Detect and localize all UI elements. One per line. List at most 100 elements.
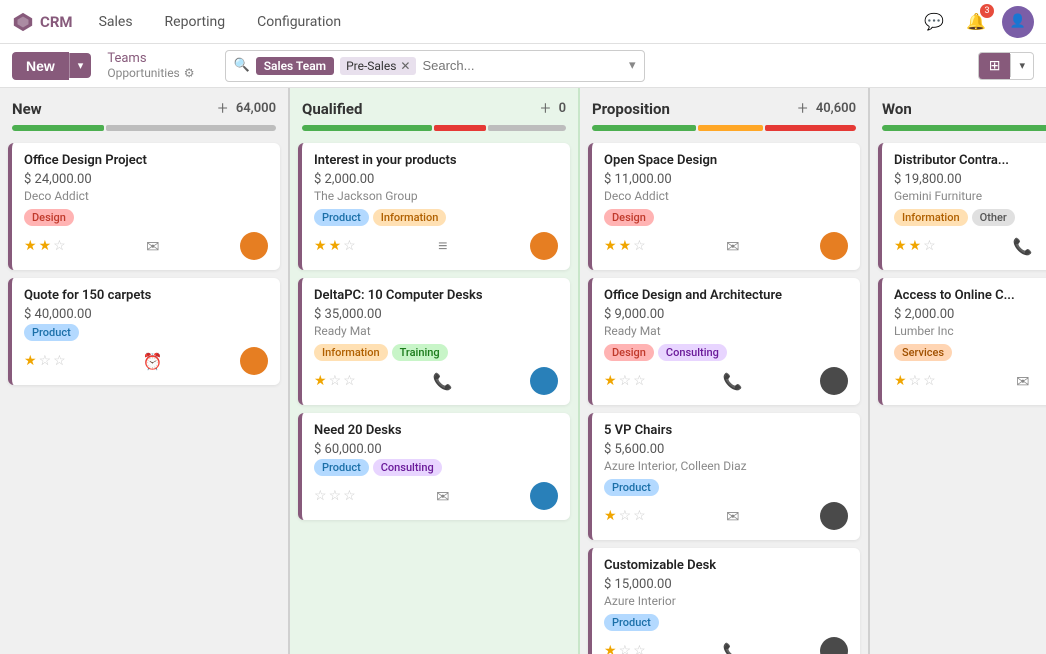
star-empty-icon[interactable]: ☆ [343, 238, 356, 254]
card-tag[interactable]: Information [894, 209, 968, 226]
star-filled-icon[interactable]: ★ [24, 353, 37, 369]
star-empty-icon[interactable]: ☆ [39, 353, 52, 369]
star-empty-icon[interactable]: ☆ [633, 238, 646, 254]
card-tag[interactable]: Information [314, 344, 388, 361]
star-empty-icon[interactable]: ☆ [314, 488, 327, 504]
card-company: Lumber Inc [894, 324, 1046, 338]
card-stars[interactable]: ★★☆ [314, 238, 356, 254]
card[interactable]: Quote for 150 carpets$ 40,000.00Product★… [8, 278, 280, 385]
card-stars[interactable]: ★☆☆ [24, 353, 66, 369]
card-stars[interactable]: ☆☆☆ [314, 488, 356, 504]
star-filled-icon[interactable]: ★ [604, 643, 617, 654]
search-bar[interactable]: 🔍 Sales Team Pre-Sales ✕ ▾ [225, 50, 645, 82]
breadcrumb-opportunities[interactable]: Opportunities [107, 66, 179, 80]
filter-sales-team[interactable]: Sales Team [256, 57, 334, 75]
card-tag[interactable]: Product [314, 459, 369, 476]
star-filled-icon[interactable]: ★ [894, 238, 907, 254]
card-amount: $ 9,000.00 [604, 307, 848, 322]
card[interactable]: Office Design Project$ 24,000.00Deco Add… [8, 143, 280, 270]
new-button-dropdown[interactable]: ▾ [69, 53, 92, 78]
card[interactable]: Distributor Contra...$ 19,800.00Gemini F… [878, 143, 1046, 270]
card[interactable]: DeltaPC: 10 Computer Desks$ 35,000.00Rea… [298, 278, 570, 405]
card-tag[interactable]: Design [24, 209, 74, 226]
card[interactable]: Open Space Design$ 11,000.00Deco AddictD… [588, 143, 860, 270]
card-tag[interactable]: Design [604, 344, 654, 361]
star-empty-icon[interactable]: ☆ [329, 488, 342, 504]
star-filled-icon[interactable]: ★ [894, 373, 907, 389]
card-stars[interactable]: ★☆☆ [604, 508, 646, 524]
card-stars[interactable]: ★★☆ [894, 238, 936, 254]
star-filled-icon[interactable]: ★ [604, 508, 617, 524]
star-filled-icon[interactable]: ★ [314, 238, 327, 254]
card-tag[interactable]: Training [392, 344, 448, 361]
card-tag[interactable]: Consulting [658, 344, 727, 361]
progress-segment [12, 125, 104, 131]
star-empty-icon[interactable]: ☆ [619, 643, 632, 654]
card-tag[interactable]: Consulting [373, 459, 442, 476]
star-empty-icon[interactable]: ☆ [329, 373, 342, 389]
column-add-new[interactable]: + [218, 98, 228, 119]
breadcrumb-teams[interactable]: Teams [107, 51, 194, 66]
star-filled-icon[interactable]: ★ [24, 238, 37, 254]
filter-chip-remove[interactable]: ✕ [400, 59, 410, 73]
card-tag[interactable]: Design [604, 209, 654, 226]
card[interactable]: Need 20 Desks$ 60,000.00ProductConsultin… [298, 413, 570, 520]
column-add-proposition[interactable]: + [798, 98, 808, 119]
nav-reporting[interactable]: Reporting [159, 10, 232, 34]
search-input[interactable] [422, 58, 619, 73]
star-empty-icon[interactable]: ☆ [923, 373, 936, 389]
card-tag[interactable]: Product [604, 479, 659, 496]
card-tag[interactable]: Product [314, 209, 369, 226]
star-empty-icon[interactable]: ☆ [633, 643, 646, 654]
star-empty-icon[interactable]: ☆ [53, 353, 66, 369]
star-filled-icon[interactable]: ★ [314, 373, 327, 389]
star-empty-icon[interactable]: ☆ [923, 238, 936, 254]
card-stars[interactable]: ★☆☆ [314, 373, 356, 389]
star-empty-icon[interactable]: ☆ [53, 238, 66, 254]
card-tag[interactable]: Product [24, 324, 79, 341]
view-toggle-dropdown[interactable]: ▾ [1010, 54, 1033, 77]
star-filled-icon[interactable]: ★ [329, 238, 342, 254]
star-filled-icon[interactable]: ★ [909, 238, 922, 254]
kanban-view-btn[interactable]: ⊞ [979, 53, 1011, 79]
card-tag[interactable]: Information [373, 209, 447, 226]
view-toggle: ⊞ ▾ [978, 52, 1034, 80]
user-avatar[interactable]: 👤 [1002, 6, 1034, 38]
nav-configuration[interactable]: Configuration [251, 10, 347, 34]
star-empty-icon[interactable]: ☆ [909, 373, 922, 389]
card[interactable]: Access to Online C...$ 2,000.00Lumber In… [878, 278, 1046, 405]
card-tag[interactable]: Other [972, 209, 1015, 226]
star-filled-icon[interactable]: ★ [604, 373, 617, 389]
star-empty-icon[interactable]: ☆ [343, 488, 356, 504]
notifications-icon-btn[interactable]: 🔔 3 [960, 6, 992, 38]
chat-icon-btn[interactable]: 💬 [918, 6, 950, 38]
new-button[interactable]: New [12, 52, 69, 80]
star-filled-icon[interactable]: ★ [604, 238, 617, 254]
card[interactable]: Office Design and Architecture$ 9,000.00… [588, 278, 860, 405]
logo[interactable]: CRM [12, 11, 73, 33]
card-stars[interactable]: ★★☆ [24, 238, 66, 254]
star-empty-icon[interactable]: ☆ [619, 373, 632, 389]
star-filled-icon[interactable]: ★ [619, 238, 632, 254]
card-amount: $ 35,000.00 [314, 307, 558, 322]
card[interactable]: 5 VP Chairs$ 5,600.00Azure Interior, Col… [588, 413, 860, 540]
column-add-qualified[interactable]: + [540, 98, 550, 119]
column-won: Won+Distributor Contra...$ 19,800.00Gemi… [870, 88, 1046, 654]
card-stars[interactable]: ★☆☆ [604, 373, 646, 389]
search-dropdown-icon[interactable]: ▾ [629, 58, 636, 73]
settings-icon[interactable]: ⚙ [184, 66, 195, 80]
star-empty-icon[interactable]: ☆ [633, 508, 646, 524]
nav-sales[interactable]: Sales [93, 10, 139, 34]
card-tag[interactable]: Product [604, 614, 659, 631]
card-stars[interactable]: ★☆☆ [604, 643, 646, 654]
card-stars[interactable]: ★☆☆ [894, 373, 936, 389]
card[interactable]: Customizable Desk$ 15,000.00Azure Interi… [588, 548, 860, 654]
star-filled-icon[interactable]: ★ [39, 238, 52, 254]
star-empty-icon[interactable]: ☆ [343, 373, 356, 389]
star-empty-icon[interactable]: ☆ [633, 373, 646, 389]
progress-bar-new [12, 125, 276, 131]
card-tag[interactable]: Services [894, 344, 952, 361]
card[interactable]: Interest in your products$ 2,000.00The J… [298, 143, 570, 270]
card-stars[interactable]: ★★☆ [604, 238, 646, 254]
star-empty-icon[interactable]: ☆ [619, 508, 632, 524]
